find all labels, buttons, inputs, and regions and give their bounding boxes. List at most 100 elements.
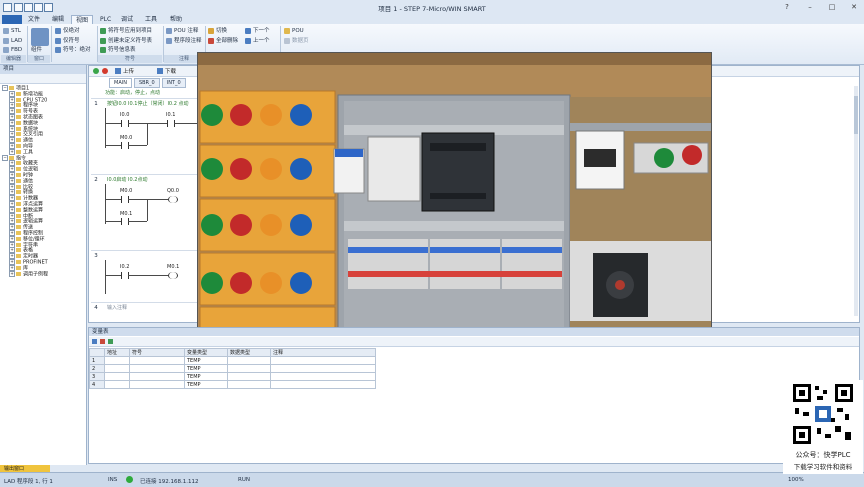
close-button[interactable]: ✕	[847, 2, 861, 12]
table-cell[interactable]	[270, 356, 376, 365]
symbol-info-button[interactable]: 符号信息表	[100, 46, 136, 54]
table-header-row: 地址 符号 变量类型 数据类型 注释	[89, 348, 376, 357]
network-comment[interactable]: I0.0启动 I0.2点动	[107, 176, 147, 183]
table-cell[interactable]	[227, 372, 271, 381]
table-cell[interactable]	[104, 364, 130, 373]
expand-toggle-icon[interactable]: −	[2, 85, 8, 91]
table-cell[interactable]	[129, 380, 185, 389]
table-cell[interactable]: TEMP	[184, 364, 228, 373]
delete-row-icon[interactable]	[100, 339, 105, 344]
create-undefined-button[interactable]: 创建未定义符号表	[100, 37, 152, 45]
maximize-button[interactable]: □	[825, 2, 839, 12]
table-cell[interactable]	[104, 356, 130, 365]
column-header[interactable]: 数据类型	[227, 348, 271, 357]
menu-help[interactable]: 帮助	[166, 15, 186, 24]
bookmark-toggle-button[interactable]: 切换	[208, 27, 227, 35]
tree-item[interactable]: + 调用子例程	[0, 270, 86, 277]
table-cell[interactable]	[227, 356, 271, 365]
fbd-button[interactable]: FBD	[3, 46, 22, 54]
table-cell[interactable]: TEMP	[184, 356, 228, 365]
table-cell[interactable]	[270, 372, 376, 381]
column-header[interactable]: 注释	[270, 348, 376, 357]
table-cell[interactable]	[270, 364, 376, 373]
table-cell[interactable]	[104, 380, 130, 389]
table-cell[interactable]	[129, 372, 185, 381]
upload-icon[interactable]	[115, 68, 121, 74]
tab-main[interactable]: MAIN	[109, 78, 132, 88]
column-header[interactable]: 变量类型	[184, 348, 228, 357]
table-row[interactable]: 2 TEMP	[89, 364, 376, 373]
menu-file[interactable]: 文件	[24, 15, 44, 24]
symbol-absolute-button[interactable]: 符号：绝对	[55, 46, 91, 54]
table-cell[interactable]: TEMP	[184, 372, 228, 381]
file-app-button[interactable]	[2, 15, 22, 24]
folder-icon	[16, 91, 21, 96]
bookmark-toggle-label: 切换	[216, 28, 228, 34]
tab-sbr0[interactable]: SBR_0	[133, 78, 160, 88]
pou-comment-button[interactable]: POU 注释	[166, 27, 198, 35]
network-comment-button[interactable]: 程序段注释	[166, 37, 202, 45]
network-4[interactable]: 4 输入注释	[91, 302, 199, 319]
table-row[interactable]: 4 TEMP	[89, 380, 376, 389]
table-cell[interactable]	[227, 364, 271, 373]
network-3[interactable]: 3 I0.2 M0.1	[91, 250, 199, 303]
editor-scrollbar[interactable]	[854, 86, 858, 316]
fbd-icon	[3, 46, 9, 53]
table-row[interactable]: 3 TEMP	[89, 372, 376, 381]
symbol-only-button[interactable]: 仅符号	[55, 37, 80, 45]
network-comment[interactable]: 输入注释	[107, 304, 127, 311]
download-icon[interactable]	[157, 68, 163, 74]
run-icon[interactable]	[93, 68, 99, 74]
table-cell[interactable]	[227, 380, 271, 389]
refresh-icon[interactable]	[108, 339, 113, 344]
bookmark-delete-all-button[interactable]: 全部删除	[208, 37, 238, 45]
lad-icon	[3, 37, 9, 44]
output-coil[interactable]	[168, 272, 178, 279]
expand-toggle-icon[interactable]: +	[9, 148, 15, 155]
column-header[interactable]: 地址	[104, 348, 130, 357]
output-coil[interactable]	[168, 196, 178, 203]
folder-icon	[16, 126, 21, 131]
component-icon[interactable]	[31, 28, 49, 46]
next-bookmark-button[interactable]: 下一个	[245, 27, 270, 35]
expand-toggle-icon[interactable]: +	[9, 270, 15, 277]
network-2[interactable]: 2 I0.0启动 I0.2点动 M0.0 Q0.0 M0.1	[91, 174, 199, 247]
menu-edit[interactable]: 编辑	[48, 15, 68, 24]
download-label[interactable]: 下载	[165, 67, 176, 75]
table-cell[interactable]: TEMP	[184, 380, 228, 389]
insert-row-icon[interactable]	[92, 339, 97, 344]
previous-bookmark-button[interactable]: 上一个	[245, 37, 270, 45]
watermark-line2: 下载学习软件和资料	[793, 463, 853, 471]
table-cell[interactable]	[270, 380, 376, 389]
apply-symbols-button[interactable]: 将符号应用到项目	[100, 27, 152, 35]
menu-plc[interactable]: PLC	[96, 15, 115, 24]
stop-icon[interactable]	[102, 68, 108, 74]
network-1[interactable]: 1 按钮I0.0 I0.1停止（常闭）I0.2 点动 I0.0 I0.1 M0.…	[91, 98, 199, 151]
expand-toggle-icon[interactable]: −	[2, 154, 8, 161]
absolute-only-button[interactable]: 仅绝对	[55, 27, 80, 35]
data-page-button[interactable]: 数据页	[284, 37, 309, 45]
scrollbar-thumb[interactable]	[854, 96, 858, 134]
stl-button[interactable]: STL	[3, 27, 21, 35]
pou-comment[interactable]: 功能：启动，停止，点动	[105, 89, 160, 96]
table-cell[interactable]	[129, 364, 185, 373]
folder-icon	[16, 225, 21, 230]
tab-int0[interactable]: INT_0	[161, 78, 186, 88]
table-row[interactable]: 1 TEMP	[89, 356, 376, 365]
help-icon[interactable]: ?	[780, 2, 794, 12]
menu-tools[interactable]: 工具	[141, 15, 161, 24]
power-rail	[105, 260, 106, 294]
lad-button[interactable]: LAD	[3, 37, 22, 45]
minimize-button[interactable]: –	[803, 2, 817, 12]
column-header[interactable]: 符号	[129, 348, 185, 357]
menu-bar: 文件 编辑 视图 PLC 调试 工具 帮助	[0, 14, 864, 25]
folder-icon	[16, 230, 21, 235]
network-comment[interactable]: 按钮I0.0 I0.1停止（常闭）I0.2 点动	[107, 100, 188, 107]
pou-button[interactable]: POU	[284, 27, 304, 35]
component-label[interactable]: 组件	[31, 46, 42, 54]
menu-debug[interactable]: 调试	[117, 15, 137, 24]
table-cell[interactable]	[129, 356, 185, 365]
table-cell[interactable]	[104, 372, 130, 381]
variable-table-toolbar	[89, 337, 859, 347]
upload-label[interactable]: 上传	[123, 67, 134, 75]
